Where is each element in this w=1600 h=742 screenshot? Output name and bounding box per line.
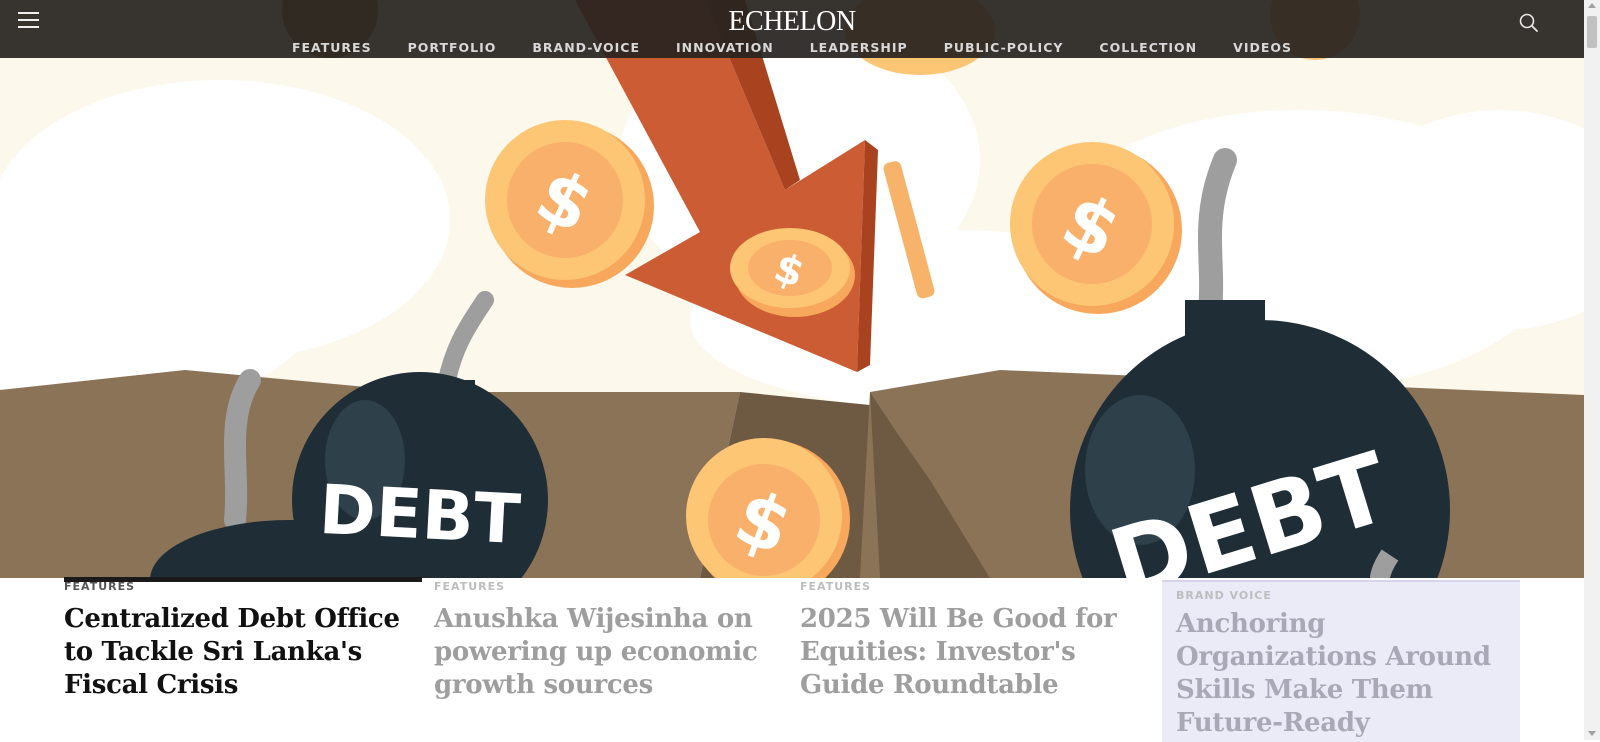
nav-features[interactable]: FEATURES	[292, 40, 372, 55]
scroll-down-arrow-icon[interactable]	[1588, 731, 1596, 736]
nav-portfolio[interactable]: PORTFOLIO	[408, 40, 497, 55]
nav-videos[interactable]: VIDEOS	[1233, 40, 1292, 55]
nav-collection[interactable]: COLLECTION	[1099, 40, 1197, 55]
story-title[interactable]: Centralized Debt Office to Tackle Sri La…	[64, 603, 404, 702]
site-logo[interactable]: ECHELON	[0, 4, 1584, 40]
story-category[interactable]: FEATURES	[800, 580, 1140, 593]
main-nav: FEATURES PORTFOLIO BRAND-VOICE INNOVATIO…	[0, 40, 1584, 55]
story-category[interactable]: FEATURES	[434, 580, 774, 593]
story-card-1[interactable]: FEATURES Centralized Debt Office to Tack…	[64, 580, 404, 702]
site-header: ECHELON FEATURES PORTFOLIO BRAND-VOICE I…	[0, 0, 1584, 58]
story-card-2[interactable]: FEATURES Anushka Wijesinha on powering u…	[434, 580, 774, 702]
story-category[interactable]: BRAND VOICE	[1176, 589, 1504, 602]
story-title[interactable]: Anushka Wijesinha on powering up economi…	[434, 603, 774, 702]
search-icon[interactable]	[1518, 12, 1540, 34]
debt-illustration: $ $ $ $ DEBT DEBT	[0, 0, 1584, 578]
bomb-left-label: DEBT	[317, 471, 523, 560]
story-card-3[interactable]: FEATURES 2025 Will Be Good for Equities:…	[800, 580, 1140, 702]
story-category[interactable]: FEATURES	[64, 580, 404, 593]
story-title[interactable]: 2025 Will Be Good for Equities: Investor…	[800, 603, 1140, 702]
nav-public-policy[interactable]: PUBLIC-POLICY	[944, 40, 1064, 55]
story-title[interactable]: Anchoring Organizations Around Skills Ma…	[1176, 608, 1504, 740]
scroll-up-arrow-icon[interactable]	[1588, 3, 1596, 8]
page-scrollbar[interactable]	[1584, 0, 1600, 740]
story-card-4[interactable]: BRAND VOICE Anchoring Organizations Arou…	[1162, 580, 1518, 740]
nav-brand-voice[interactable]: BRAND-VOICE	[532, 40, 640, 55]
scroll-thumb[interactable]	[1587, 16, 1597, 48]
nav-leadership[interactable]: LEADERSHIP	[810, 40, 908, 55]
nav-innovation[interactable]: INNOVATION	[676, 40, 774, 55]
hero-image[interactable]: $ $ $ $ DEBT DEBT	[0, 0, 1584, 578]
